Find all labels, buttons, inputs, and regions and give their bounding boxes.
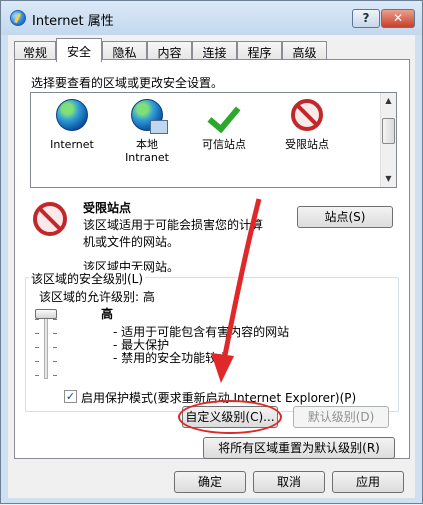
red-annotation-arrow: [211, 198, 262, 383]
tab-security[interactable]: 安全: [56, 38, 102, 62]
internet-properties-window: Internet 属性 ? ✕ 常规 安全 隐私 内容 连接 程序 高级 选择要…: [0, 0, 423, 504]
